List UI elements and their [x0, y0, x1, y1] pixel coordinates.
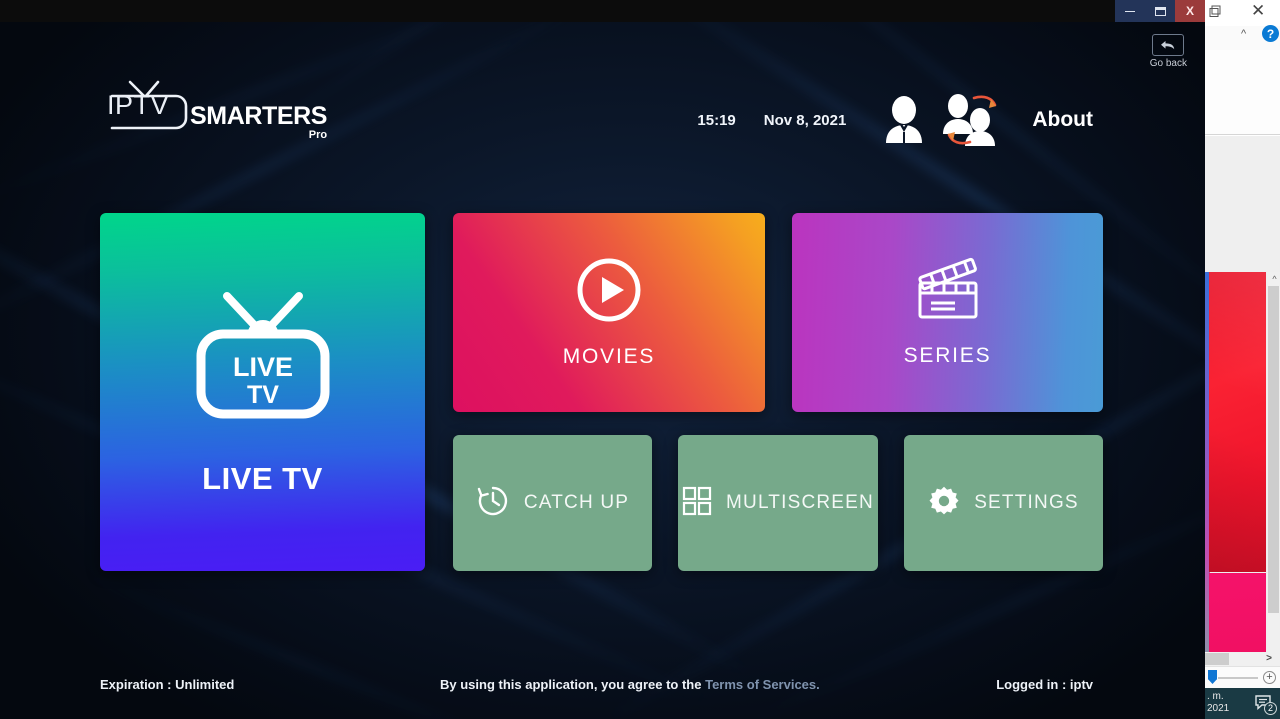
- background-photo-red: [1209, 272, 1266, 572]
- background-window[interactable]: ✕ ^ ? ^ ⌄ > + . m. 2021: [1205, 0, 1280, 719]
- about-link[interactable]: About: [1032, 108, 1093, 132]
- chat-notification-icon[interactable]: 2: [1254, 695, 1277, 715]
- catch-up-label: CATCH UP: [523, 492, 630, 513]
- zoom-slider-bar[interactable]: +: [1205, 666, 1280, 688]
- go-back-button[interactable]: Go back: [1150, 34, 1187, 69]
- live-tv-label: LIVE TV: [202, 460, 323, 496]
- logo-iptv-text: IPTV: [107, 90, 170, 120]
- scroll-up-icon[interactable]: ^: [1269, 272, 1280, 286]
- terms-notice: By using this application, you agree to …: [440, 677, 820, 692]
- chevron-up-icon[interactable]: ^: [1241, 28, 1246, 40]
- taskbar-date: 2021: [1207, 703, 1230, 714]
- grid-2x2-icon: [682, 486, 712, 521]
- vertical-scrollbar-thumb[interactable]: [1268, 286, 1279, 613]
- svg-text:LIVE: LIVE: [232, 352, 292, 382]
- taskbar: . m. 2021 2: [1205, 688, 1280, 719]
- logo-smarters-block: SMARTERS Pro: [190, 102, 328, 141]
- terms-notice-prefix: By using this application, you agree to …: [440, 677, 706, 692]
- restore-icon: [1154, 6, 1166, 16]
- settings-label: SETTINGS: [974, 492, 1079, 513]
- logo-smarters-text: SMARTERS: [190, 102, 328, 130]
- horizontal-scrollbar-thumb[interactable]: [1205, 653, 1229, 665]
- zoom-slider-track[interactable]: [1218, 677, 1258, 679]
- app-footer: Expiration : Unlimited By using this app…: [0, 659, 1205, 719]
- zoom-slider-handle[interactable]: [1208, 670, 1217, 684]
- play-circle-icon: [575, 256, 643, 329]
- switch-user-icon[interactable]: [938, 92, 1008, 148]
- header-date: Nov 8, 2021: [763, 111, 847, 129]
- zoom-in-icon[interactable]: +: [1263, 671, 1276, 684]
- app-logo: IPTV SMARTERS Pro: [100, 72, 328, 141]
- scroll-right-icon[interactable]: >: [1266, 652, 1272, 666]
- logged-in-status: Logged in : iptv: [996, 677, 1093, 692]
- gear-icon: [928, 485, 960, 522]
- maximize-button[interactable]: [1145, 0, 1175, 22]
- multiscreen-card[interactable]: MULTISCREEN: [678, 435, 878, 571]
- restore-window-icon[interactable]: [1209, 5, 1222, 18]
- expiration-status: Expiration : Unlimited: [100, 677, 235, 692]
- go-back-label: Go back: [1149, 58, 1187, 69]
- catch-up-card[interactable]: CATCH UP: [453, 435, 652, 571]
- background-window-toolbar: [1205, 50, 1280, 135]
- series-card[interactable]: SERIES: [792, 213, 1103, 412]
- window-controls: X: [1115, 0, 1205, 22]
- live-tv-card[interactable]: LIVE TV LIVE TV: [100, 213, 425, 571]
- iptv-smarters-app-window: X Go back IPTV SMARTERS Pro 15:19 Nov 8,…: [0, 0, 1205, 719]
- header-time: 15:19: [697, 111, 736, 129]
- movies-label: MOVIES: [562, 345, 656, 368]
- back-arrow-icon: [1152, 34, 1185, 56]
- header-right-group: 15:19 Nov 8, 2021 About: [697, 92, 1093, 148]
- background-window-canvas: ^ ⌄: [1205, 136, 1280, 719]
- help-question-icon[interactable]: ?: [1262, 25, 1279, 42]
- clapperboard-icon: [911, 257, 985, 328]
- clock-history-icon: [476, 484, 510, 523]
- logo-pro-text: Pro: [308, 129, 328, 141]
- terms-of-services-link[interactable]: Terms of Services.: [705, 677, 820, 692]
- series-label: SERIES: [903, 344, 992, 367]
- user-profile-icon[interactable]: [876, 95, 932, 145]
- notification-badge: 2: [1264, 702, 1277, 715]
- app-titlebar: X: [0, 0, 1205, 22]
- settings-card[interactable]: SETTINGS: [904, 435, 1103, 571]
- minimize-icon: [1125, 10, 1135, 12]
- logo-tv-mark: IPTV: [100, 72, 192, 130]
- horizontal-scrollbar[interactable]: >: [1205, 652, 1280, 666]
- live-tv-icon: LIVE TV: [195, 288, 331, 425]
- movies-card[interactable]: MOVIES: [453, 213, 765, 412]
- screen-root: ✕ ^ ? ^ ⌄ > + . m. 2021: [0, 0, 1280, 719]
- close-button[interactable]: X: [1175, 0, 1205, 22]
- minimize-button[interactable]: [1115, 0, 1145, 22]
- multiscreen-label: MULTISCREEN: [726, 492, 874, 513]
- svg-text:TV: TV: [247, 381, 279, 409]
- close-icon[interactable]: ✕: [1251, 3, 1265, 20]
- taskbar-time: . m.: [1207, 691, 1224, 702]
